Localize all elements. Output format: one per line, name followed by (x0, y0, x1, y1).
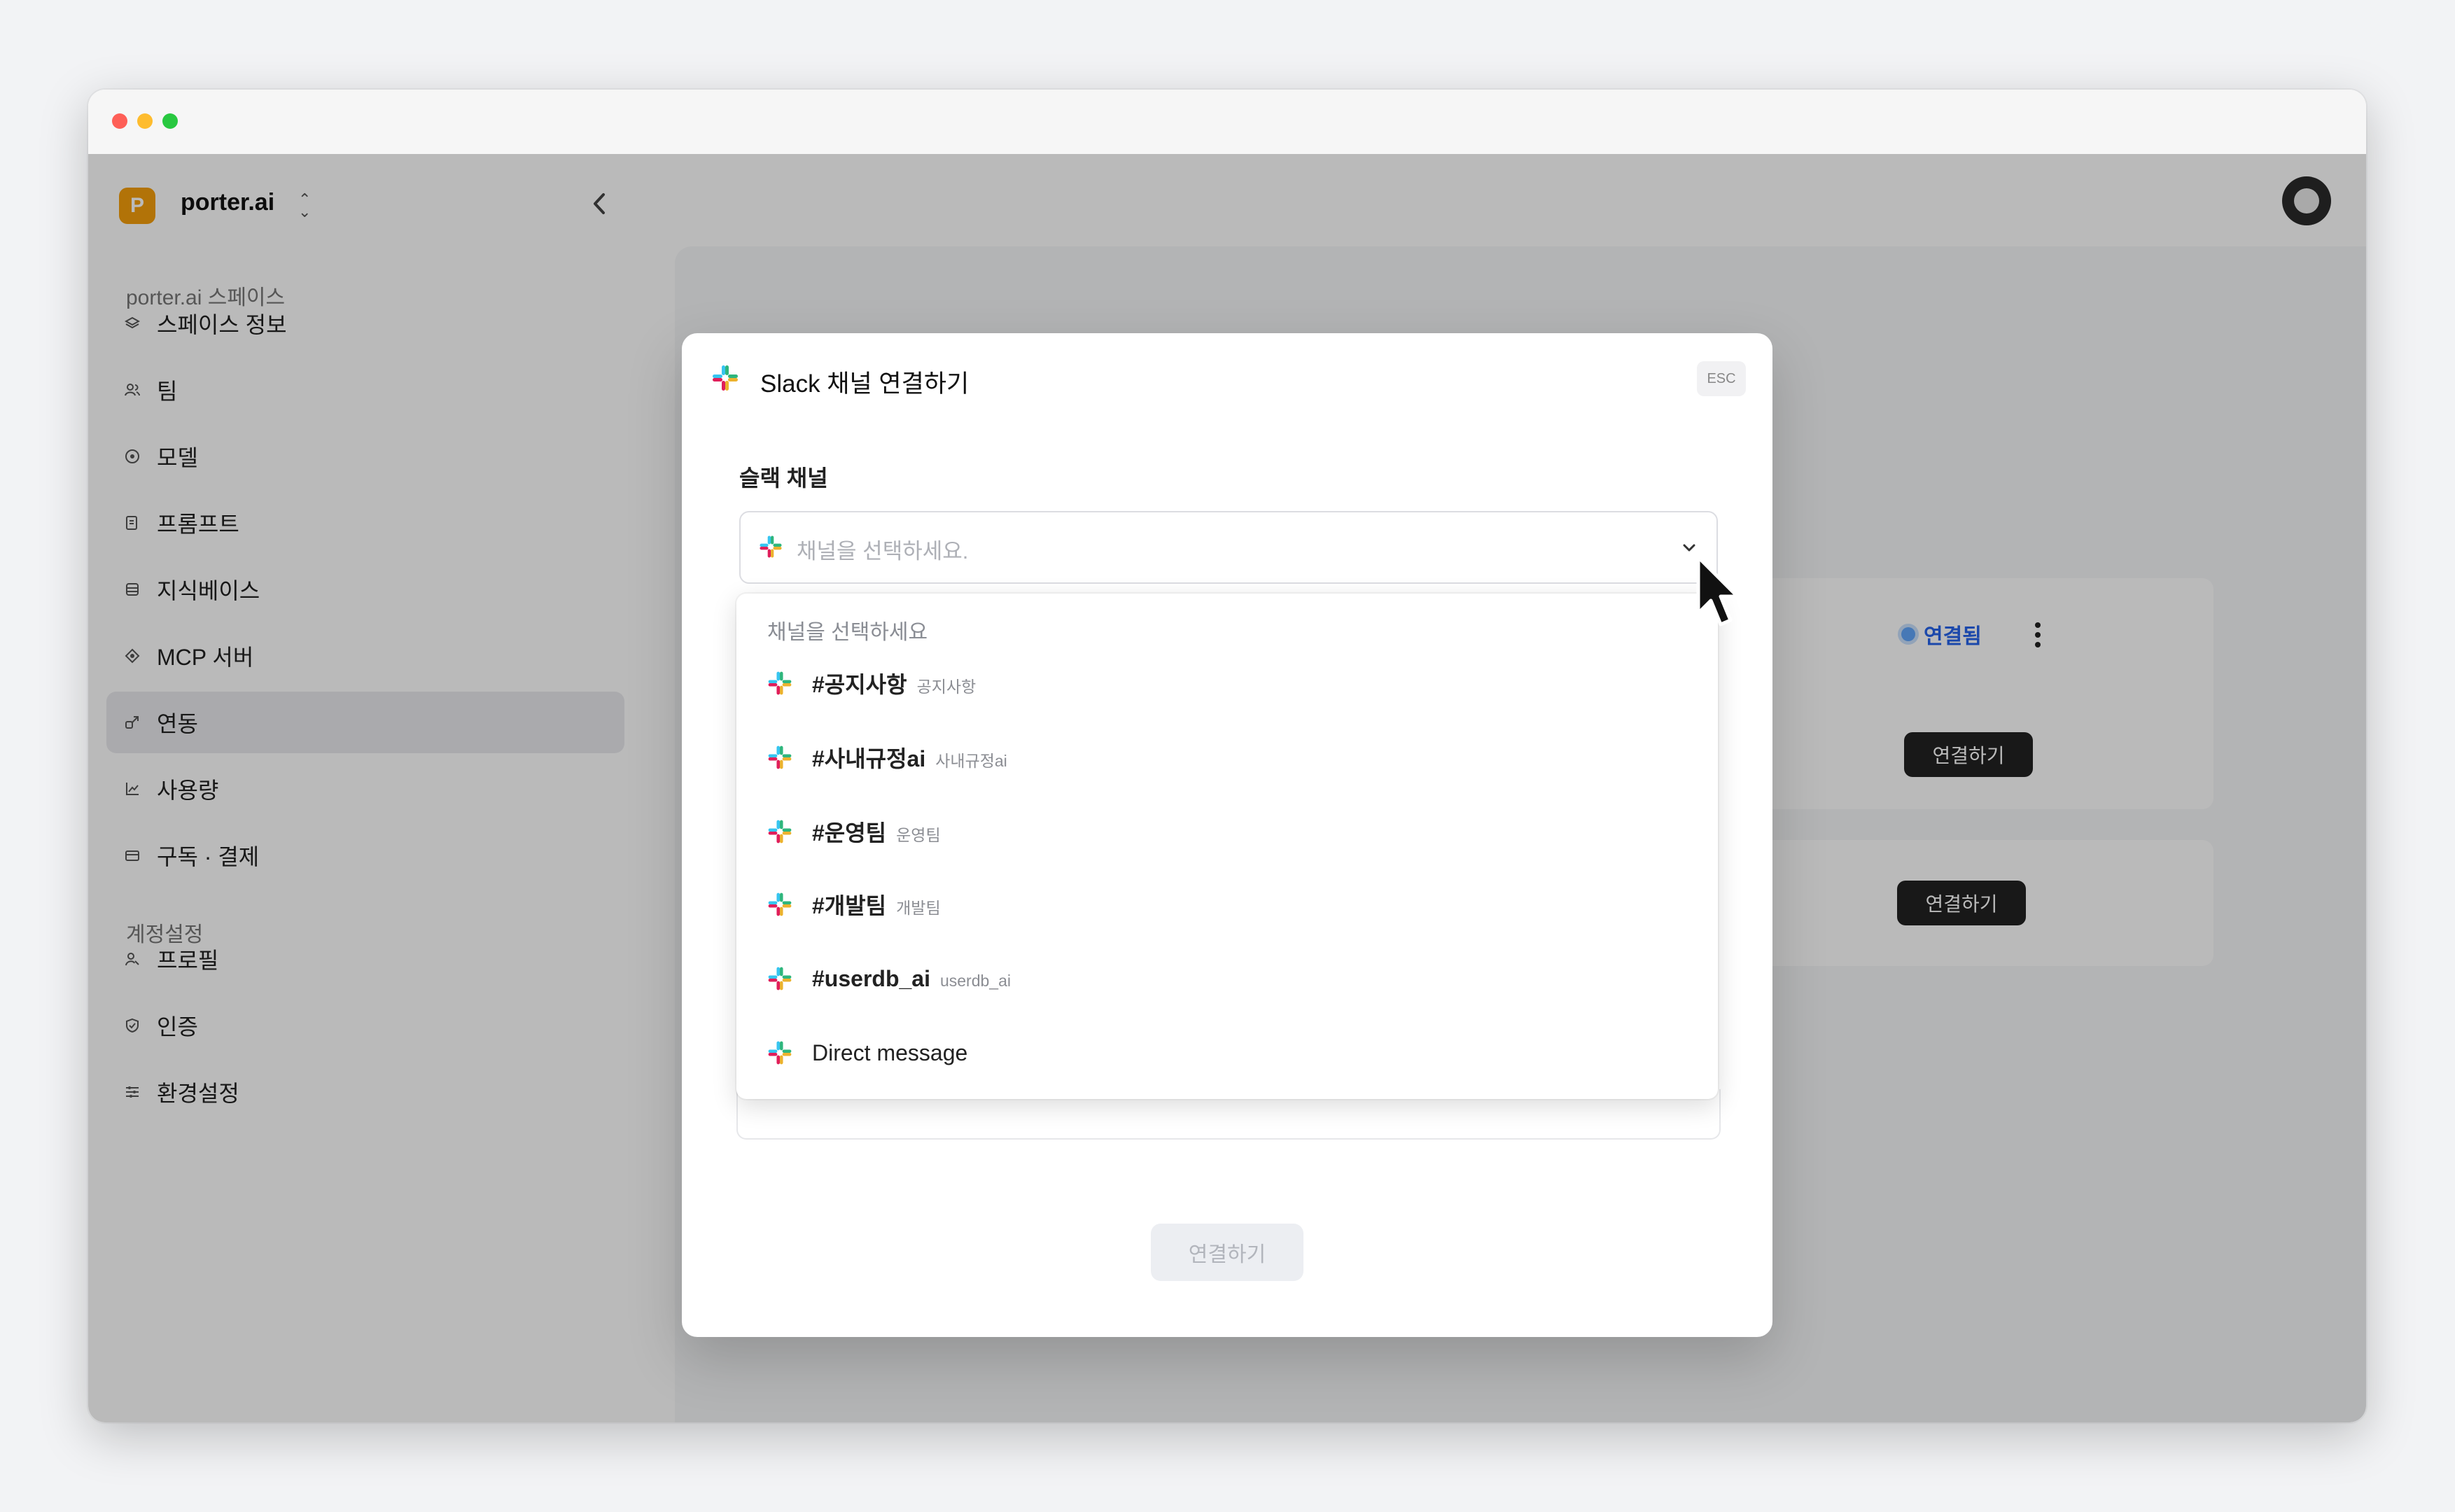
submit-connect-button[interactable]: 연결하기 (1151, 1224, 1303, 1281)
mouse-cursor-icon (1696, 555, 1740, 626)
channel-name: Direct message (812, 1040, 968, 1065)
channel-select[interactable]: 채널을 선택하세요. (739, 511, 1718, 584)
minimize-window-button[interactable] (137, 113, 153, 129)
slack-icon (768, 1041, 792, 1065)
channel-sub: userdb_ai (939, 971, 1011, 990)
slack-icon (760, 536, 782, 558)
channel-option[interactable]: #공지사항 공지사항 (736, 648, 1718, 718)
close-window-button[interactable] (112, 113, 127, 129)
channel-name: #userdb_ai (812, 965, 930, 991)
channel-name: #공지사항 (812, 672, 907, 697)
channel-option[interactable]: Direct message (736, 1018, 1718, 1088)
dropdown-header: 채널을 선택하세요 (767, 621, 928, 644)
select-placeholder: 채널을 선택하세요. (797, 539, 969, 564)
slack-icon (768, 671, 792, 695)
channel-option[interactable]: #사내규정ai 사내규정ai (736, 722, 1718, 792)
modal-title: Slack 채널 연결하기 (760, 370, 970, 398)
channel-sub: 공지사항 (916, 678, 977, 696)
channel-name: #운영팀 (812, 820, 887, 846)
slack-icon (768, 746, 792, 769)
channel-name: #사내규정ai (812, 746, 926, 771)
slack-connect-modal: Slack 채널 연결하기 ESC 슬랙 채널 채널을 선택하세요. 채널을 선… (682, 333, 1772, 1337)
channel-sub: 사내규정ai (935, 752, 1007, 770)
channel-field-label: 슬랙 채널 (739, 465, 828, 491)
channel-sub: 운영팀 (896, 826, 941, 844)
channel-sub: 개발팀 (896, 899, 941, 917)
slack-icon (768, 967, 792, 990)
channel-option[interactable]: #개발팀 개발팀 (736, 869, 1718, 939)
slack-icon (713, 365, 738, 391)
slack-icon (768, 820, 792, 844)
channel-dropdown: 채널을 선택하세요 #공지사항 공지사항 #사내규정ai 사내규정ai #운영팀… (736, 594, 1718, 1099)
channel-option[interactable]: #운영팀 운영팀 (736, 797, 1718, 867)
modal-header: Slack 채널 연결하기 ESC (697, 349, 1757, 402)
window-titlebar (88, 90, 2366, 155)
channel-name: #개발팀 (812, 893, 887, 918)
esc-close-button[interactable]: ESC (1697, 361, 1746, 396)
maximize-window-button[interactable] (162, 113, 178, 129)
slack-icon (768, 892, 792, 916)
channel-option[interactable]: #userdb_ai userdb_ai (736, 944, 1718, 1014)
